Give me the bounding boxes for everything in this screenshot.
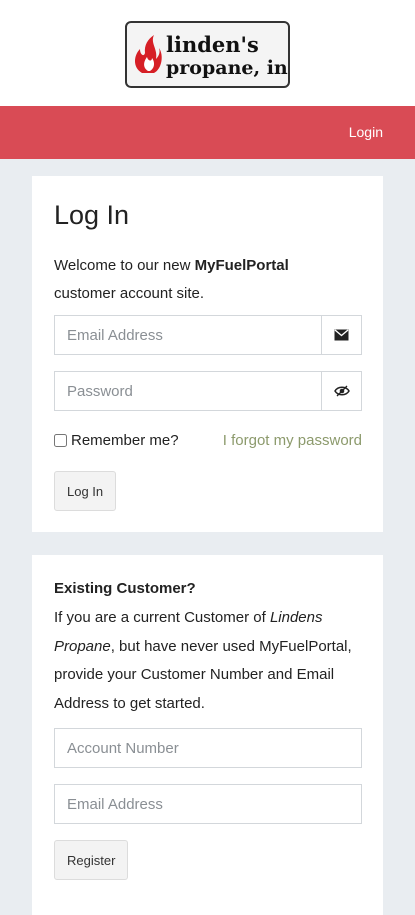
remember-checkbox[interactable] [54, 434, 67, 447]
existing-customer-text: If you are a current Customer of Lindens… [54, 604, 369, 718]
login-card: Log In Welcome to our new MyFuelPortal cu… [32, 176, 383, 532]
register-email-field [54, 784, 362, 824]
welcome-prefix: Welcome to our new [54, 257, 195, 274]
welcome-brand: MyFuelPortal [194, 257, 289, 274]
register-button[interactable]: Register [54, 840, 129, 880]
account-number-input[interactable] [55, 729, 361, 767]
email-input[interactable] [55, 316, 321, 354]
remember-label: Remember me? [71, 432, 179, 449]
forgot-password-link[interactable]: I forgot my password [223, 432, 362, 449]
existing-customer-title: Existing Customer? [54, 580, 196, 597]
register-card: Existing Customer? If you are a current … [32, 555, 383, 915]
remember-me[interactable]: Remember me? [54, 432, 179, 449]
navbar: Login [0, 106, 415, 159]
logo-line2: propane, inc [166, 57, 288, 79]
logo-graphic: linden's propane, inc [134, 32, 288, 79]
password-field-group [54, 371, 362, 411]
login-button[interactable]: Log In [54, 471, 117, 511]
page-title: Log In [54, 200, 130, 230]
envelope-icon [321, 316, 361, 354]
eye-icon[interactable] [321, 372, 361, 410]
welcome-suffix: customer account site. [54, 285, 205, 302]
register-email-input[interactable] [55, 785, 361, 823]
logo-line1: linden's [166, 32, 259, 57]
welcome-text: Welcome to our new MyFuelPortal customer … [54, 252, 354, 308]
header: linden's propane, inc [0, 0, 415, 106]
company-logo[interactable]: linden's propane, inc [125, 21, 290, 88]
register-text-1: If you are a current Customer of [54, 609, 270, 626]
email-field-group [54, 315, 362, 355]
password-input[interactable] [55, 372, 321, 410]
nav-login-link[interactable]: Login [349, 124, 383, 140]
account-number-field [54, 728, 362, 768]
